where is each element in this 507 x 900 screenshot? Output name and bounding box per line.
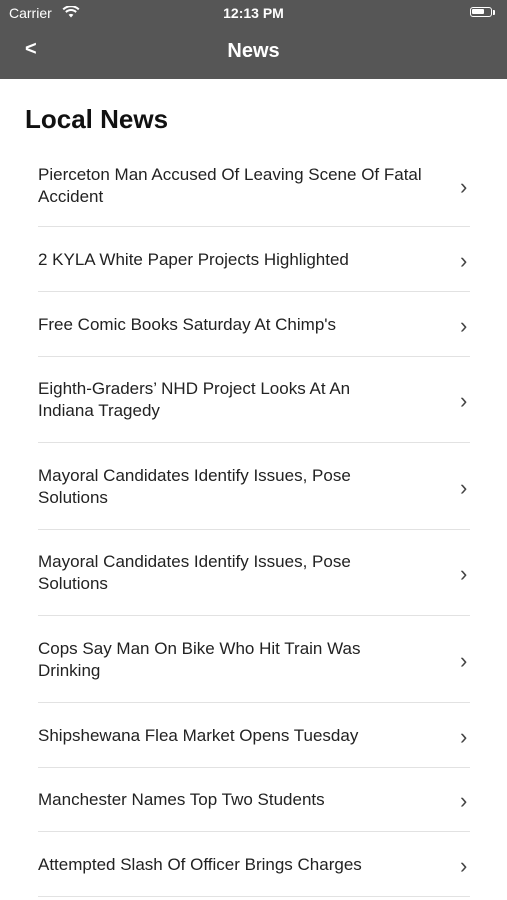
- battery-icon: [470, 7, 492, 17]
- battery-cap: [493, 10, 495, 15]
- chevron-right-icon: ›: [460, 724, 468, 749]
- news-item[interactable]: 2 KYLA White Paper Projects Highlighted ›: [0, 227, 507, 292]
- news-item-title: Mayoral Candidates Identify Issues, Pose…: [38, 552, 351, 593]
- news-item[interactable]: Mayoral Candidates Identify Issues, Pose…: [0, 530, 507, 616]
- news-item-title: 2 KYLA White Paper Projects Highlighted: [38, 250, 349, 269]
- news-item[interactable]: Shipshewana Flea Market Opens Tuesday ›: [0, 703, 507, 768]
- news-item[interactable]: Free Comic Books Saturday At Chimp's ›: [0, 292, 507, 357]
- news-item-title: Mayoral Candidates Identify Issues, Pose…: [38, 466, 351, 507]
- chevron-right-icon: ›: [460, 248, 468, 273]
- news-item-title: Manchester Names Top Two Students: [38, 790, 325, 809]
- chevron-right-icon: ›: [460, 648, 468, 673]
- clock: 12:13 PM: [223, 5, 284, 21]
- news-item-title: Pierceton Man Accused Of Leaving Scene O…: [38, 165, 422, 206]
- news-item[interactable]: Cops Say Man On Bike Who Hit Train Was D…: [0, 616, 507, 703]
- news-item[interactable]: Eighth-Graders’ NHD Project Looks At An …: [0, 357, 507, 443]
- news-item[interactable]: Manchester Names Top Two Students ›: [0, 768, 507, 832]
- chevron-right-icon: ›: [460, 788, 468, 813]
- status-bar: Carrier 12:13 PM: [0, 0, 507, 28]
- news-item-title: Eighth-Graders’ NHD Project Looks At An …: [38, 379, 351, 420]
- news-item[interactable]: Mayoral Candidates Identify Issues, Pose…: [0, 443, 507, 530]
- chevron-right-icon: ›: [460, 853, 468, 878]
- news-item-title: Shipshewana Flea Market Opens Tuesday: [38, 726, 359, 745]
- news-item[interactable]: Attempted Slash Of Officer Brings Charge…: [0, 832, 507, 897]
- news-item-title: Attempted Slash Of Officer Brings Charge…: [38, 855, 362, 874]
- chevron-right-icon: ›: [460, 313, 468, 338]
- chevron-right-icon: ›: [460, 174, 468, 199]
- news-item-title: Free Comic Books Saturday At Chimp's: [38, 315, 337, 334]
- news-item[interactable]: Pierceton Man Accused Of Leaving Scene O…: [0, 145, 507, 227]
- chevron-right-icon: ›: [460, 561, 468, 586]
- back-button[interactable]: <: [25, 38, 49, 66]
- news-item-title: Cops Say Man On Bike Who Hit Train Was D…: [38, 639, 361, 680]
- page-title: News: [227, 40, 280, 62]
- section-title: Local News: [25, 104, 169, 134]
- navigation-bar: Carrier 12:13 PM < News: [0, 0, 507, 79]
- row-divider: [38, 896, 470, 897]
- chevron-right-icon: ›: [460, 388, 468, 413]
- chevron-right-icon: ›: [460, 475, 468, 500]
